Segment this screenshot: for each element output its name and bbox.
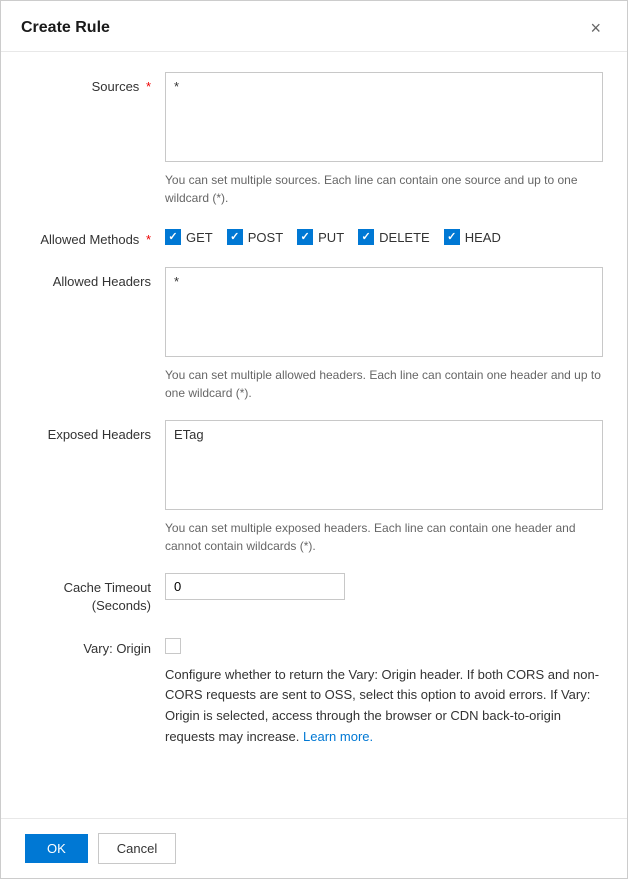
cache-timeout-control [165,573,603,615]
close-button[interactable]: × [584,17,607,39]
allowed-headers-hint: You can set multiple allowed headers. Ea… [165,366,603,402]
required-indicator: * [146,79,151,94]
allowed-headers-textarea[interactable]: * [165,267,603,357]
allowed-headers-control: * You can set multiple allowed headers. … [165,267,603,402]
checkmark-head: ✓ [447,232,456,243]
allowed-headers-label: Allowed Headers [25,267,165,402]
exposed-headers-row: Exposed Headers ETag You can set multipl… [25,420,603,555]
dialog-title: Create Rule [21,19,110,37]
checkbox-post[interactable]: ✓ [227,229,243,245]
checkbox-head[interactable]: ✓ [444,229,460,245]
checkmark-post: ✓ [230,232,239,243]
method-get[interactable]: ✓ GET [165,229,213,245]
exposed-headers-control: ETag You can set multiple exposed header… [165,420,603,555]
checkmark-put: ✓ [301,232,310,243]
exposed-headers-hint: You can set multiple exposed headers. Ea… [165,519,603,555]
exposed-headers-label: Exposed Headers [25,420,165,555]
checkbox-delete[interactable]: ✓ [358,229,374,245]
method-delete[interactable]: ✓ DELETE [358,229,430,245]
learn-more-link[interactable]: Learn more. [303,729,373,744]
cache-timeout-row: Cache Timeout (Seconds) [25,573,603,615]
sources-hint: You can set multiple sources. Each line … [165,171,603,207]
sources-control: * You can set multiple sources. Each lin… [165,72,603,207]
method-post[interactable]: ✓ POST [227,229,283,245]
allowed-methods-row: Allowed Methods * ✓ GET ✓ POST [25,225,603,249]
methods-control: ✓ GET ✓ POST ✓ PUT [165,225,603,249]
cancel-button[interactable]: Cancel [98,833,176,864]
required-indicator-methods: * [146,232,151,247]
dialog-body: Sources * * You can set multiple sources… [1,52,627,818]
ok-button[interactable]: OK [25,834,88,863]
vary-origin-label: Vary: Origin [25,634,165,748]
vary-origin-control: Configure whether to return the Vary: Or… [165,634,603,748]
sources-label: Sources * [25,72,165,207]
methods-row: ✓ GET ✓ POST ✓ PUT [165,225,603,245]
create-rule-dialog: Create Rule × Sources * * You can set mu… [0,0,628,879]
exposed-headers-textarea[interactable]: ETag [165,420,603,510]
checkmark-get: ✓ [168,232,177,243]
vary-origin-desc: Configure whether to return the Vary: Or… [165,665,603,748]
checkbox-get[interactable]: ✓ [165,229,181,245]
method-put-label: PUT [318,230,344,245]
cache-timeout-input[interactable] [165,573,345,600]
cache-timeout-label: Cache Timeout (Seconds) [25,573,165,615]
allowed-methods-label: Allowed Methods * [25,225,165,249]
method-head-label: HEAD [465,230,501,245]
method-get-label: GET [186,230,213,245]
vary-origin-checkbox[interactable] [165,638,181,654]
dialog-footer: OK Cancel [1,818,627,878]
allowed-headers-row: Allowed Headers * You can set multiple a… [25,267,603,402]
method-put[interactable]: ✓ PUT [297,229,344,245]
sources-textarea[interactable]: * [165,72,603,162]
method-delete-label: DELETE [379,230,430,245]
method-head[interactable]: ✓ HEAD [444,229,501,245]
dialog-header: Create Rule × [1,1,627,52]
method-post-label: POST [248,230,283,245]
sources-row: Sources * * You can set multiple sources… [25,72,603,207]
checkmark-delete: ✓ [362,232,371,243]
vary-origin-row: Vary: Origin Configure whether to return… [25,634,603,748]
checkbox-put[interactable]: ✓ [297,229,313,245]
